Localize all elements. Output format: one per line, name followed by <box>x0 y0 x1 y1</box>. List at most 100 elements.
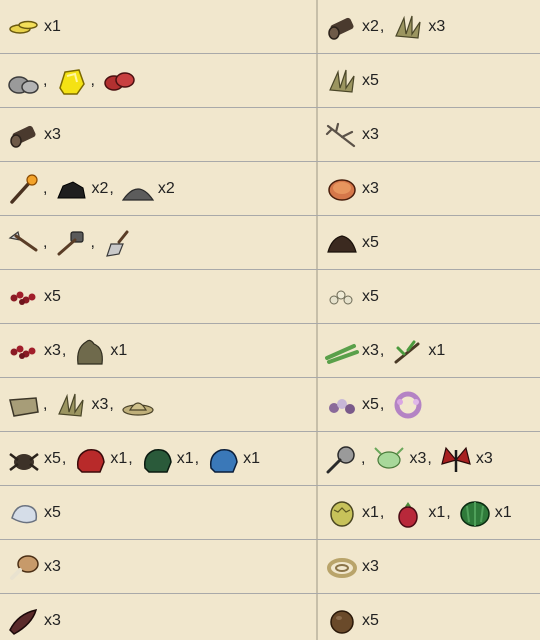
table-row: x3 x3 <box>0 540 540 594</box>
dragonfruit-icon <box>390 498 426 528</box>
item-entry: x3 <box>6 552 61 582</box>
item-entry: x2, <box>324 12 388 42</box>
item-entry: x3 <box>6 120 61 150</box>
item-entry: x5, <box>6 444 70 474</box>
recipe-ingredients-cell: ,, <box>0 216 316 269</box>
durian-icon <box>324 498 360 528</box>
spider-icon <box>6 444 42 474</box>
item-entry: , <box>6 66 51 96</box>
coconut-icon <box>324 606 360 636</box>
item-quantity: x5 <box>362 233 379 251</box>
blue-bag-icon <box>205 444 241 474</box>
item-quantity: x5 <box>362 611 379 629</box>
separator-comma: , <box>43 395 48 413</box>
berry-bush-icon <box>72 336 108 366</box>
red-gem-icon <box>101 66 137 96</box>
item-quantity: x5 <box>362 287 379 305</box>
recipe-ingredients-cell: x5 <box>0 486 316 539</box>
separator-comma: , <box>90 71 95 89</box>
table-row: ,, x5 <box>0 216 540 270</box>
item-quantity: x2 <box>157 179 175 197</box>
item-entry: x1 <box>205 444 260 474</box>
table-row: x5 x1, x1, x1 <box>0 486 540 540</box>
item-quantity: x3 <box>409 449 427 467</box>
item-entry: x1 <box>390 336 445 366</box>
recipe-result-cell: x5, <box>318 378 540 431</box>
drumstick-icon <box>6 552 42 582</box>
recipe-result-cell: , x3, x3 <box>318 432 540 485</box>
recipe-ingredients-cell: x3 <box>0 540 316 593</box>
item-entry: x1 <box>6 12 61 42</box>
table-row: , x2, x2 x3 <box>0 162 540 216</box>
ash-icon <box>120 174 156 204</box>
recipe-result-cell: x3, x1 <box>318 324 540 377</box>
item-entry: x1 <box>457 498 512 528</box>
item-quantity: x1 <box>428 341 446 359</box>
item-quantity: x1 <box>494 503 512 521</box>
item-entry: x2 <box>120 174 175 204</box>
item-entry: x3 <box>6 606 61 636</box>
separator-comma: , <box>90 233 95 251</box>
petals-icon <box>324 390 360 420</box>
rocks-icon <box>6 66 42 96</box>
item-entry: x1 <box>72 336 127 366</box>
recipe-result-cell: x1, x1, x1 <box>318 486 540 539</box>
recipe-result-cell: x5 <box>318 270 540 323</box>
item-entry: , <box>6 228 51 258</box>
recipe-ingredients-cell: x1 <box>0 0 316 53</box>
item-quantity: x3 <box>362 557 379 575</box>
item-entry: x3 <box>324 552 379 582</box>
butterfly-icon <box>438 444 474 474</box>
silk-icon <box>6 498 42 528</box>
item-entry: x3, <box>6 336 70 366</box>
separator-comma: , <box>43 233 48 251</box>
item-entry <box>390 390 426 420</box>
item-entry <box>101 228 137 258</box>
reeds-icon <box>324 336 360 366</box>
seeds-icon <box>324 282 360 312</box>
recipe-ingredients-cell: x5 <box>0 270 316 323</box>
separator-comma: , <box>379 17 385 35</box>
separator-comma: , <box>43 71 48 89</box>
hammer-icon <box>53 228 89 258</box>
cut-grass-icon <box>53 390 89 420</box>
table-row: x5 x5 <box>0 270 540 324</box>
glow-bug-icon <box>371 444 407 474</box>
item-quantity: x3 <box>44 125 61 143</box>
recipe-ingredients-cell: x3 <box>0 108 316 161</box>
table-row: x1 x2, x3 <box>0 0 540 54</box>
item-entry: , <box>53 228 98 258</box>
watermelon-icon <box>457 498 493 528</box>
table-row: x3 x3 <box>0 108 540 162</box>
item-quantity: x3 <box>362 179 379 197</box>
item-quantity: x3 <box>44 611 61 629</box>
item-quantity: x3 <box>362 125 379 143</box>
item-entry: x5 <box>324 282 379 312</box>
item-quantity: x1 <box>110 341 128 359</box>
separator-comma: , <box>128 449 133 467</box>
recipe-result-cell: x5 <box>318 216 540 269</box>
table-row: x3 x5 <box>0 594 540 640</box>
recipe-result-cell: x5 <box>318 594 540 640</box>
item-quantity: x3 <box>362 341 379 359</box>
item-entry: x2, <box>53 174 117 204</box>
gold-icon <box>53 66 89 96</box>
table-row: ,, x5 <box>0 54 540 108</box>
rope-icon <box>324 552 360 582</box>
item-entry: x3, <box>371 444 435 474</box>
red-bag-icon <box>72 444 108 474</box>
manure-icon <box>324 228 360 258</box>
straw-hat-icon <box>120 390 156 420</box>
item-entry: x5 <box>6 498 61 528</box>
item-entry: x3 <box>390 12 445 42</box>
item-entry: , <box>6 390 51 420</box>
separator-comma: , <box>194 449 200 467</box>
item-entry: , <box>6 173 51 204</box>
recipe-result-cell: x5 <box>318 54 540 107</box>
recipe-ingredients-cell: ,, <box>0 54 316 107</box>
separator-comma: , <box>427 449 432 467</box>
separator-comma: , <box>446 503 451 521</box>
item-quantity: x1 <box>243 449 260 467</box>
recipe-ingredients-cell: , x2, x2 <box>0 162 316 215</box>
separator-comma: , <box>61 341 67 359</box>
